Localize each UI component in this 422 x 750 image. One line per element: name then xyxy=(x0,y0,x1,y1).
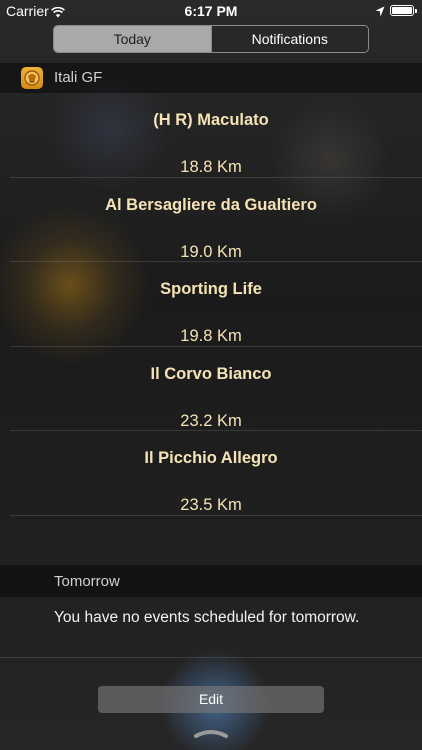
restaurant-distance: 23.2 Km xyxy=(180,411,242,430)
restaurant-name: (H R) Maculato xyxy=(153,111,269,129)
restaurant-distance: 19.8 Km xyxy=(180,327,242,345)
restaurant-list: (H R) Maculato 18.8 Km Al Bersagliere da… xyxy=(0,93,422,516)
restaurant-row[interactable]: (H R) Maculato 18.8 Km xyxy=(10,93,422,178)
grabber-handle-icon[interactable] xyxy=(193,726,229,744)
tomorrow-body: You have no events scheduled for tomorro… xyxy=(0,597,422,658)
location-arrow-icon xyxy=(375,4,385,20)
restaurant-row[interactable]: Il Corvo Bianco 23.2 Km xyxy=(10,347,422,431)
battery-icon xyxy=(390,5,417,16)
tomorrow-title: Tomorrow xyxy=(54,573,120,590)
today-notifications-segmented-control: Today Notifications xyxy=(53,25,369,53)
status-bar: Carrier 6:17 PM xyxy=(0,0,422,22)
widget-header[interactable]: Itali GF xyxy=(0,63,422,93)
restaurant-row[interactable]: Il Picchio Allegro 23.5 Km xyxy=(10,431,422,516)
restaurant-name: Sporting Life xyxy=(160,280,262,298)
no-events-message: You have no events scheduled for tomorro… xyxy=(54,609,360,626)
tab-notifications[interactable]: Notifications xyxy=(210,26,369,52)
restaurant-distance: 23.5 Km xyxy=(180,496,242,514)
restaurant-distance: 18.8 Km xyxy=(180,158,242,176)
itali-gf-app-icon xyxy=(21,67,43,89)
tomorrow-header[interactable]: Tomorrow xyxy=(0,565,422,597)
edit-button[interactable]: Edit xyxy=(98,686,324,713)
restaurant-row[interactable]: Al Bersagliere da Gualtiero 19.0 Km xyxy=(10,178,422,262)
restaurant-row[interactable]: Sporting Life 19.8 Km xyxy=(10,262,422,347)
restaurant-name: Al Bersagliere da Gualtiero xyxy=(105,195,317,214)
restaurant-distance: 19.0 Km xyxy=(180,242,242,261)
restaurant-name: Il Corvo Bianco xyxy=(150,364,272,383)
status-time: 6:17 PM xyxy=(184,3,238,19)
tab-today[interactable]: Today xyxy=(54,26,211,52)
restaurant-name: Il Picchio Allegro xyxy=(144,449,278,467)
widget-title: Itali GF xyxy=(54,69,103,86)
